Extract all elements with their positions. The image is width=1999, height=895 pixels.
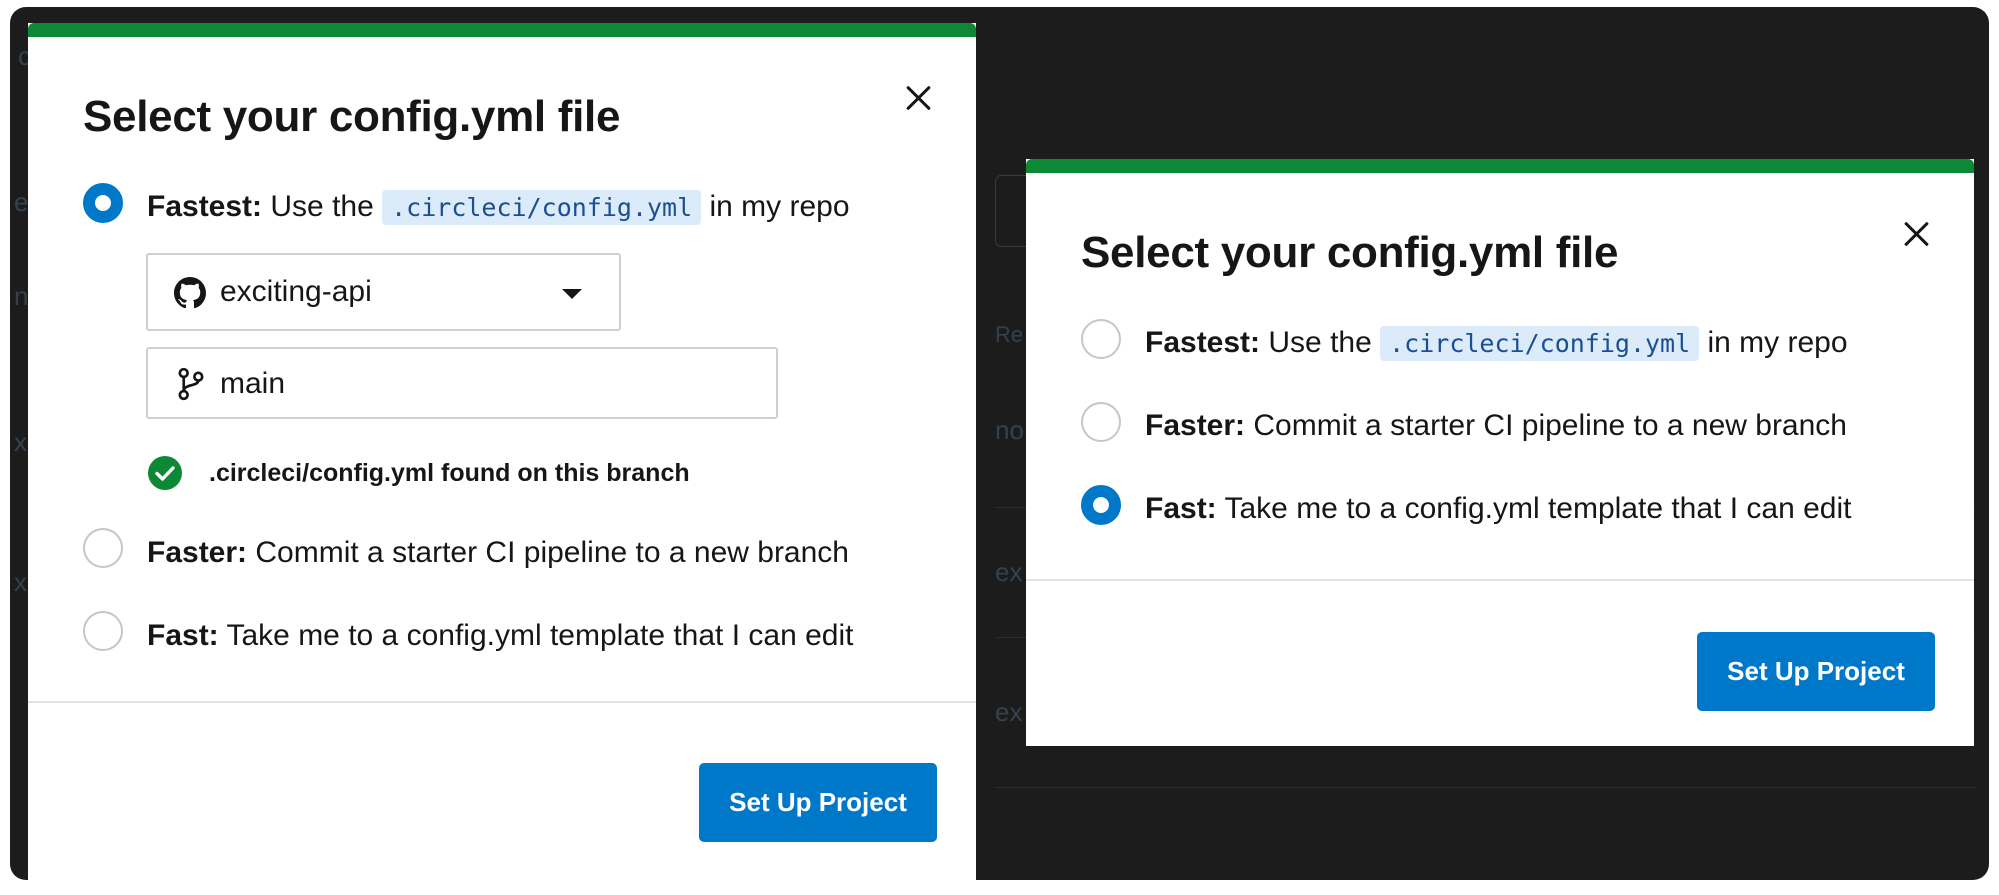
option-strong: Fast: [147,619,219,652]
option-strong: Fastest: [147,190,263,223]
option-text: in my repo [1707,326,1848,359]
config-select-modal-b: Select your config.yml file Fastest: Use… [1026,159,1974,746]
background-text: x [14,567,27,597]
option-fast-label[interactable]: Fast: Take me to a config.yml template t… [147,619,853,653]
background-divider [995,787,1975,788]
set-up-project-button[interactable]: Set Up Project [699,763,937,842]
config-found-status: .circleci/config.yml found on this branc… [209,459,690,487]
close-icon[interactable] [1898,216,1934,252]
option-text: Commit a starter CI pipeline to a new br… [255,536,849,569]
background-text: x [14,427,27,457]
branch-select-value: main [220,367,286,400]
radio-faster[interactable] [1081,402,1121,442]
option-faster-label[interactable]: Faster: Commit a starter CI pipeline to … [147,536,849,570]
github-icon [174,277,206,309]
check-circle-icon [148,456,182,490]
option-strong: Faster: [1145,409,1246,442]
config-path-code: .circleci/config.yml [1380,326,1700,361]
background-text: ex [995,557,1023,587]
radio-fastest[interactable] [1081,319,1121,359]
modal-title: Select your config.yml file [1081,228,1619,277]
background-text: no [995,415,1024,445]
radio-fastest[interactable] [83,183,123,223]
option-strong: Fastest: [1145,326,1261,359]
git-branch-icon [178,367,204,401]
option-faster-label[interactable]: Faster: Commit a starter CI pipeline to … [1145,409,1847,443]
option-text: Use the [1268,326,1372,359]
option-text: Take me to a config.yml template that I … [1224,492,1852,525]
screenshot-frame: c e no x x Re no ex ex Select your confi… [10,7,1989,880]
modal-header-bar [1026,159,1974,173]
config-select-modal-a: Select your config.yml file Fastest: Use… [28,23,976,880]
background-text: e [14,187,29,217]
option-text: Commit a starter CI pipeline to a new br… [1253,409,1847,442]
option-fast-label[interactable]: Fast: Take me to a config.yml template t… [1145,492,1851,526]
radio-fast[interactable] [1081,485,1121,525]
option-strong: Faster: [147,536,248,569]
modal-header-bar [28,23,976,37]
config-path-code: .circleci/config.yml [382,190,702,225]
option-strong: Fast: [1145,492,1217,525]
radio-fast[interactable] [83,611,123,651]
repo-select-value: exciting-api [220,275,372,308]
chevron-down-icon [562,289,582,299]
branch-select[interactable]: main [146,347,778,419]
set-up-project-button[interactable]: Set Up Project [1697,632,1935,711]
option-fastest-label[interactable]: Fastest: Use the .circleci/config.yml in… [147,190,850,225]
repo-select[interactable]: exciting-api [146,253,621,331]
modal-footer-divider [28,701,976,703]
option-text: Take me to a config.yml template that I … [226,619,854,652]
radio-faster[interactable] [83,528,123,568]
option-text: in my repo [709,190,850,223]
option-text: Use the [270,190,374,223]
background-text: ex [995,697,1023,727]
option-fastest-label[interactable]: Fastest: Use the .circleci/config.yml in… [1145,326,1848,361]
close-icon[interactable] [900,80,936,116]
modal-title: Select your config.yml file [83,92,621,141]
background-text: Re [995,322,1024,347]
modal-footer-divider [1026,579,1974,581]
